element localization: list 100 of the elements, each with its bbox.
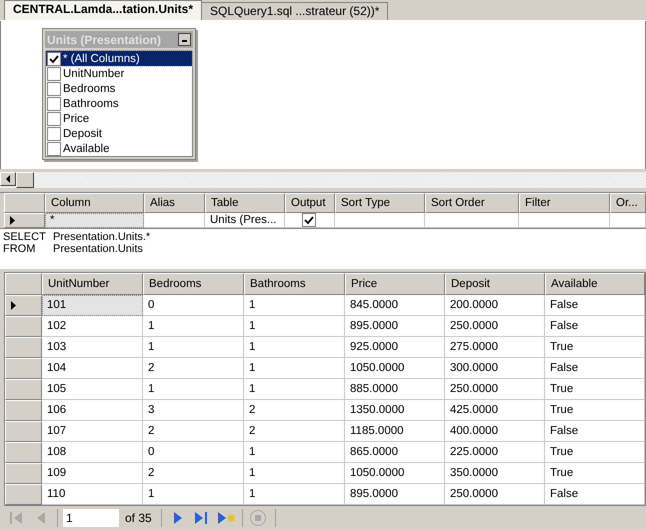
table-cell[interactable]: * — [45, 213, 144, 228]
current-row-icon — [9, 300, 17, 311]
column-header[interactable]: UnitNumber — [42, 273, 143, 295]
column-header[interactable]: Sort Type — [335, 193, 425, 213]
table-cell[interactable] — [144, 213, 205, 228]
table-cell: True — [545, 379, 645, 400]
table-cell: 1185.0000 — [345, 421, 445, 442]
checkbox[interactable] — [47, 66, 61, 80]
column-header[interactable]: Bathrooms — [244, 273, 345, 295]
table-cell[interactable] — [335, 213, 425, 228]
column-item[interactable]: UnitNumber — [46, 66, 192, 81]
record-count: of 35 — [124, 511, 153, 525]
scroll-left-button[interactable] — [0, 172, 16, 186]
column-item[interactable]: Price — [46, 111, 192, 126]
document-tab[interactable]: SQLQuery1.sql ...strateur (52))* — [201, 2, 388, 20]
table-cell: 0 — [143, 442, 244, 463]
table-cell: True — [545, 442, 645, 463]
column-item[interactable]: * (All Columns) — [46, 51, 192, 66]
table-cell: 2 — [143, 358, 244, 379]
checkbox[interactable] — [47, 112, 61, 126]
table-cell: 200.0000 — [445, 295, 545, 316]
table-cell: 104 — [42, 358, 143, 379]
table-cell: 1 — [143, 379, 244, 400]
row-header[interactable] — [4, 213, 45, 228]
sql-keyword: FROM — [3, 243, 36, 255]
table-cell: 300.0000 — [445, 358, 545, 379]
table-cell: 275.0000 — [445, 337, 545, 358]
horizontal-scrollbar[interactable] — [0, 171, 646, 188]
column-header[interactable]: Output — [285, 193, 335, 213]
checkbox[interactable] — [47, 96, 61, 110]
table-cell: 2 — [143, 421, 244, 442]
new-record-icon — [216, 509, 236, 527]
table-cell: 400.0000 — [445, 421, 545, 442]
table-cell: 1 — [244, 463, 345, 484]
sql-text: Presentation.Units — [53, 243, 143, 255]
row-header[interactable] — [5, 295, 42, 316]
table-cell: False — [545, 295, 645, 316]
sql-keyword: SELECT — [3, 231, 47, 243]
column-item[interactable]: Deposit — [46, 126, 192, 141]
table-cell: 106 — [42, 400, 143, 421]
stop-icon — [248, 509, 269, 527]
column-label: Deposit — [63, 128, 102, 140]
table-cell: 885.0000 — [345, 379, 445, 400]
position-field[interactable]: 1 — [63, 509, 119, 527]
table-cell: 3 — [143, 400, 244, 421]
table-cell: True — [545, 463, 645, 484]
table-cell: False — [545, 484, 645, 505]
column-item[interactable]: Bedrooms — [46, 81, 192, 96]
column-header[interactable]: Or... — [610, 193, 646, 213]
column-header[interactable]: Alias — [144, 193, 205, 213]
table-cell: 925.0000 — [345, 337, 445, 358]
column-header[interactable]: Filter — [519, 193, 610, 213]
column-label: Available — [63, 142, 110, 154]
column-item[interactable]: Bathrooms — [46, 96, 192, 111]
table-cell: 110 — [42, 484, 143, 505]
column-header[interactable]: Column — [45, 193, 144, 213]
column-header[interactable]: Deposit — [445, 273, 545, 295]
minimize-button[interactable] — [178, 33, 191, 46]
table-cell: True — [545, 337, 645, 358]
sql-text: Presentation.Units.* — [53, 231, 150, 243]
table-cell[interactable] — [425, 213, 519, 228]
table-cell: 109 — [42, 463, 143, 484]
table-cell: 895.0000 — [345, 316, 445, 337]
column-item[interactable]: Available — [46, 141, 192, 156]
current-row-icon — [8, 215, 16, 226]
column-header[interactable]: Price — [345, 273, 445, 295]
table-cell: 865.0000 — [345, 442, 445, 463]
table-cell: 108 — [42, 442, 143, 463]
column-header[interactable]: Sort Order — [425, 193, 519, 213]
scroll-thumb[interactable] — [16, 172, 34, 188]
table-cell: 1 — [244, 484, 345, 505]
document-tab[interactable]: CENTRAL.Lamda...tation.Units* — [4, 0, 202, 20]
output-checkbox[interactable] — [302, 213, 316, 227]
table-cell: 1 — [244, 337, 345, 358]
table-cell: 2 — [143, 463, 244, 484]
table-cell[interactable] — [519, 213, 610, 228]
table-cell[interactable] — [285, 213, 335, 228]
column-label: Bedrooms — [63, 82, 116, 94]
checkbox[interactable] — [47, 126, 61, 140]
table-cell: 1 — [244, 379, 345, 400]
table-cell: False — [545, 316, 645, 337]
table-cell[interactable]: Units (Pres... — [205, 213, 285, 228]
table-cell: 1 — [244, 295, 345, 316]
checkbox[interactable] — [47, 142, 61, 156]
table-cell[interactable] — [610, 213, 646, 228]
table-cell: 1 — [244, 442, 345, 463]
checkbox[interactable] — [47, 52, 61, 66]
column-label: Bathrooms — [63, 98, 119, 110]
column-header[interactable]: Table — [205, 193, 285, 213]
checkbox[interactable] — [47, 82, 61, 96]
table-cell: 1050.0000 — [345, 358, 445, 379]
column-header[interactable]: Bedrooms — [143, 273, 244, 295]
table-cell: 2 — [244, 400, 345, 421]
table-cell: True — [545, 400, 645, 421]
table-cell: 250.0000 — [445, 379, 545, 400]
table-cell: 105 — [42, 379, 143, 400]
table-cell: 1350.0000 — [345, 400, 445, 421]
table-cell: 1 — [244, 358, 345, 379]
table-cell: 2 — [244, 421, 345, 442]
column-header[interactable]: Available — [545, 273, 645, 295]
